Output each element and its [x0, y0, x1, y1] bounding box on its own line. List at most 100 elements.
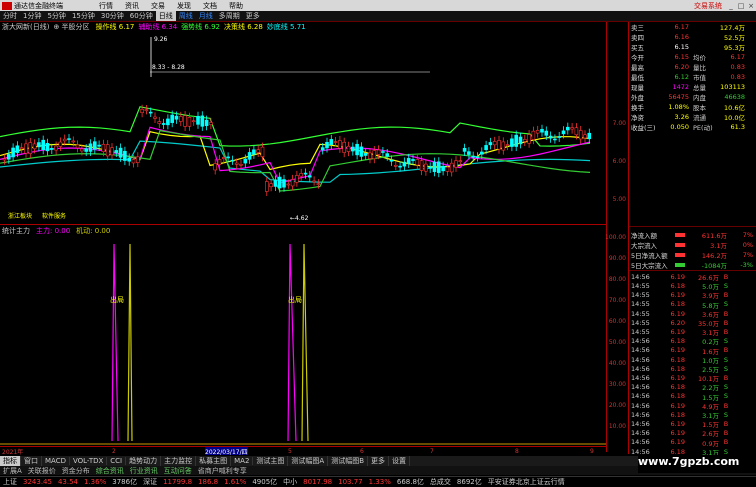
period-tab-2[interactable]: 5分钟 — [44, 11, 68, 21]
indicator-tab-0[interactable]: 指标 — [0, 456, 21, 466]
app-title: 通达信金融终端 — [14, 1, 63, 10]
function-tab-2[interactable]: 资金分布 — [59, 466, 93, 475]
indicator-tab-6[interactable]: 主力监控 — [161, 456, 197, 466]
candle — [342, 137, 347, 158]
main-kline-chart[interactable]: 9.26 8.33 - 8.28 ←4.62 浙江板块 软件服务 — [0, 32, 606, 224]
status-item-11: 8017.98 — [303, 478, 333, 486]
quote-value: 6.15 — [674, 52, 689, 61]
tick-time: 14:56 — [631, 337, 650, 346]
indicator-tab-11[interactable]: 测试幅图B — [328, 456, 369, 466]
tick-price: 6.19 — [670, 291, 685, 300]
menu-faxian[interactable]: 发现 — [171, 1, 197, 11]
candle — [368, 148, 372, 164]
candle — [213, 159, 217, 175]
menu-bangzhu[interactable]: 帮助 — [223, 1, 249, 11]
candle — [501, 137, 506, 155]
quote-label2: 内盘 — [693, 93, 706, 102]
candle — [41, 135, 46, 155]
sector-label[interactable]: 软件服务 — [42, 212, 66, 220]
tick-time: 14:55 — [631, 328, 650, 337]
function-tab-1[interactable]: 关联报价 — [25, 466, 59, 475]
function-tab-4[interactable]: 行业资讯 — [127, 466, 161, 475]
candle — [548, 131, 553, 143]
tick-side: S — [723, 364, 729, 373]
indicator-tab-8[interactable]: MA2 — [231, 457, 254, 465]
status-item-10: 中小 — [283, 478, 298, 486]
trade-system-link[interactable]: 交易系统 — [694, 1, 726, 11]
indicator-tab-1[interactable]: 窗口 — [21, 456, 42, 466]
tick-side: S — [723, 300, 729, 309]
sub-tick: 20.00 — [608, 402, 626, 409]
menu-jiaoyi[interactable]: 交易 — [145, 1, 171, 11]
tick-price: 6.19 — [670, 438, 685, 447]
period-tab-8[interactable]: 月线 — [196, 11, 216, 21]
tick-price: 6.19 — [670, 429, 685, 438]
indicator-tab-2[interactable]: MACD — [42, 457, 70, 465]
candle — [488, 137, 493, 150]
indicator-tab-7[interactable]: 私募主图 — [196, 456, 232, 466]
sub-indicator-name[interactable]: 统计主力 — [2, 226, 30, 235]
tick-time: 14:56 — [631, 438, 650, 447]
split-mode[interactable]: ⊕ 半股分区 — [51, 22, 91, 32]
period-tab-7[interactable]: 周线 — [176, 11, 196, 21]
quote-label2: PE(动) — [693, 123, 713, 132]
tick-price: 6.19 — [670, 309, 685, 318]
sub-aux-value: 机动: 0.00 — [76, 227, 111, 235]
status-item-7: 186.8 — [198, 478, 219, 486]
indicator-tab-13[interactable]: 设置 — [389, 456, 411, 466]
candle — [527, 129, 531, 148]
quote-row: 卖三 6.17 127.4万 — [629, 22, 756, 32]
board-label[interactable]: 浙江板块 — [8, 212, 32, 220]
period-tab-9[interactable]: 多周期 — [216, 11, 243, 21]
sub-main-value: 主力: 0.00 — [36, 227, 71, 235]
tick-side: S — [723, 392, 729, 401]
close-icon[interactable]: × — [746, 2, 756, 10]
function-tab-6[interactable]: 省商户喊利专享 — [195, 466, 250, 475]
function-tab-5[interactable]: 互动问答 — [161, 466, 195, 475]
period-tab-10[interactable]: 更多 — [243, 11, 263, 21]
quote-row: 收益(三) 0.050 PE(动) 61.3 — [629, 122, 756, 132]
tick-side: B — [723, 429, 729, 438]
minimize-icon[interactable]: _ — [726, 2, 736, 10]
candle — [449, 158, 454, 177]
flow-value: -1084万 — [701, 261, 727, 270]
tick-time: 14:56 — [631, 429, 650, 438]
quote-label: 最高 — [631, 63, 644, 72]
quote-row: 换手 1.08% 股本 10.6亿 — [629, 102, 756, 112]
stock-name: 浙大网新(日线) — [2, 23, 50, 31]
function-tab-0[interactable]: 扩展A — [0, 466, 25, 475]
period-tab-0[interactable]: 分时 — [0, 11, 20, 21]
period-tab-5[interactable]: 60分钟 — [127, 11, 156, 21]
indicator-tab-3[interactable]: VOL-TDX — [70, 457, 108, 465]
indicator-tab-4[interactable]: CCI — [107, 457, 127, 465]
period-tab-6[interactable]: 日线 — [155, 11, 176, 21]
indicator-tab-12[interactable]: 更多 — [368, 456, 390, 466]
date-tick-6: 7 — [430, 447, 434, 455]
candle — [505, 139, 510, 151]
price-tick: 7.00 — [612, 120, 626, 127]
signal-spike — [127, 243, 133, 442]
maximize-icon[interactable]: □ — [736, 2, 746, 10]
menu-wendang[interactable]: 文档 — [197, 1, 223, 11]
quote-label: 现量 — [631, 83, 644, 92]
indicator-tab-5[interactable]: 趋势动力 — [126, 456, 162, 466]
period-tab-1[interactable]: 1分钟 — [20, 11, 44, 21]
status-item-5: 深证 — [143, 478, 158, 486]
period-tab-3[interactable]: 15分钟 — [69, 11, 98, 21]
menu-zixun[interactable]: 资讯 — [119, 1, 145, 11]
status-item-8: 1.61% — [224, 478, 247, 486]
function-tab-3[interactable]: 综合资讯 — [93, 466, 127, 475]
period-bar: 分时 1分钟 5分钟 15分钟 30分钟 60分钟 日线 周线 月线 多周期 更多 — [0, 11, 756, 22]
quote-label: 最低 — [631, 73, 644, 82]
candle — [398, 161, 402, 172]
tick-time: 14:56 — [631, 272, 650, 281]
indicator-tab-10[interactable]: 测试幅图A — [288, 456, 329, 466]
sub-indicator-chart[interactable]: 出局 出局 — [0, 236, 606, 446]
menu-hangqing[interactable]: 行情 — [93, 1, 119, 11]
period-tab-4[interactable]: 30分钟 — [98, 11, 127, 21]
candle — [256, 145, 261, 157]
tick-side: B — [723, 309, 729, 318]
tick-time: 14:55 — [631, 309, 650, 318]
indicator-tab-9[interactable]: 测试主图 — [253, 456, 289, 466]
candle — [454, 156, 458, 172]
